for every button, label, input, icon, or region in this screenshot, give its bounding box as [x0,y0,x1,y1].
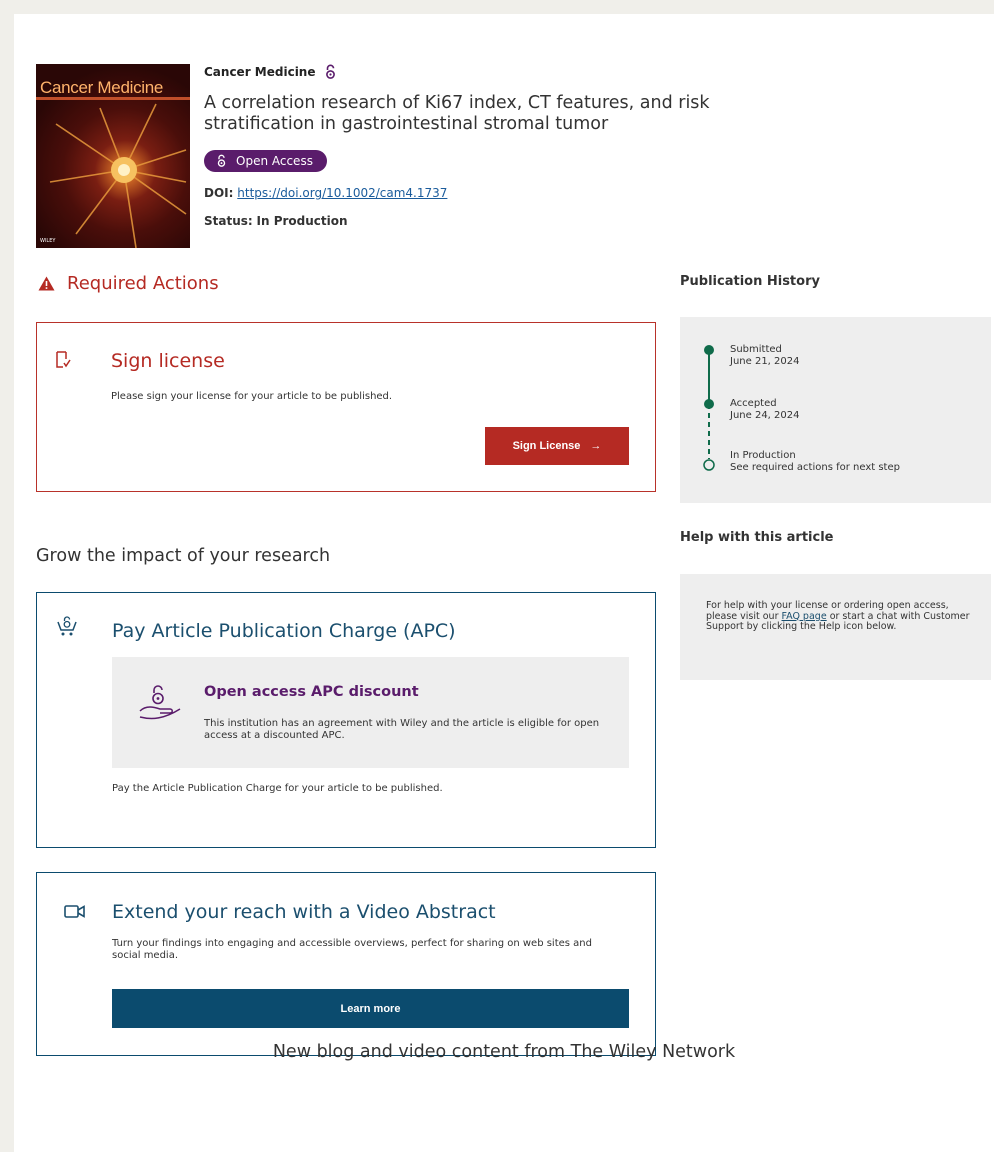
sign-license-heading: Sign license [111,350,225,372]
doi-line: DOI: https://doi.org/10.1002/cam4.1737 [204,186,447,200]
sign-license-text: Please sign your license for your articl… [111,391,393,402]
wiley-network-title: New blog and video content from The Wile… [272,1042,736,1062]
sign-license-card: Sign license Please sign your license fo… [36,322,656,492]
learn-more-button-label: Learn more [340,1002,401,1015]
arrow-right-icon: → [590,440,602,452]
video-camera-icon [64,905,85,918]
timeline-step-in-production: In Production See required actions for n… [730,450,900,474]
sign-license-button-label: Sign License [512,440,581,452]
help-panel: For help with your license or ordering o… [680,574,991,680]
open-access-hand-icon [139,685,181,720]
timeline-step-submitted: Submitted June 21, 2024 [730,344,800,368]
article-title: A correlation research of Ki67 index, CT… [204,93,710,134]
open-access-badge-label: Open Access [236,154,313,168]
learn-more-button[interactable]: Learn more [112,989,629,1028]
faq-link[interactable]: FAQ page [782,611,827,622]
cover-publisher: WILEY [40,238,56,244]
apc-card: Pay Article Publication Charge (APC) Ope… [36,592,656,848]
timeline-dot-submitted [704,345,714,355]
journal-cover-image: Cancer Medicine WILEY [36,64,190,248]
video-abstract-card: Extend your reach with a Video Abstract … [36,872,656,1056]
apc-discount-title: Open access APC discount [204,684,419,700]
cover-journal-name: Cancer Medicine [40,78,164,97]
sign-license-button[interactable]: Sign License → [485,427,629,465]
timeline-step-label: Submitted [730,344,782,355]
open-access-badge: Open Access [204,150,327,172]
status-value: In Production [256,214,348,228]
status-label: Status: [204,214,253,228]
timeline-step-label: Accepted [730,398,777,409]
grow-impact-title: Grow the impact of your research [36,546,331,566]
status-line: Status: In Production [204,214,348,228]
timeline-track [703,345,715,471]
help-text: For help with your license or ordering o… [706,600,976,633]
timeline-step-date: June 21, 2024 [730,356,800,367]
article-dashboard: Cancer Medicine WILEY Cancer Medicine A … [14,14,994,1152]
video-abstract-text: Turn your findings into engaging and acc… [112,938,592,961]
video-abstract-heading: Extend your reach with a Video Abstract [112,901,496,923]
apc-discount-text: This institution has an agreement with W… [204,718,600,741]
apc-discount-panel: Open access APC discount This institutio… [112,657,629,768]
timeline-dot-in-production [703,459,715,471]
timeline-step-label: In Production [730,450,796,461]
required-actions-header: Required Actions [38,273,219,294]
open-access-icon [217,154,226,167]
warning-icon [38,276,55,291]
doi-link[interactable]: https://doi.org/10.1002/cam4.1737 [237,186,447,200]
doi-label: DOI: [204,186,234,200]
apc-heading: Pay Article Publication Charge (APC) [112,620,456,642]
payment-cart-icon [57,616,77,636]
journal-title: Cancer Medicine [204,65,316,79]
timeline-step-accepted: Accepted June 24, 2024 [730,398,800,422]
timeline-step-date: June 24, 2024 [730,410,800,421]
timeline-step-detail: See required actions for next step [730,462,900,473]
help-title: Help with this article [680,530,834,545]
journal-line: Cancer Medicine [204,64,337,80]
publication-history-panel: Submitted June 21, 2024 Accepted June 24… [680,317,991,503]
license-document-icon [56,351,71,368]
open-access-icon [325,64,335,79]
timeline-dot-accepted [704,399,714,409]
publication-history-title: Publication History [680,274,820,289]
required-actions-title: Required Actions [67,273,219,294]
apc-text: Pay the Article Publication Charge for y… [112,783,443,794]
